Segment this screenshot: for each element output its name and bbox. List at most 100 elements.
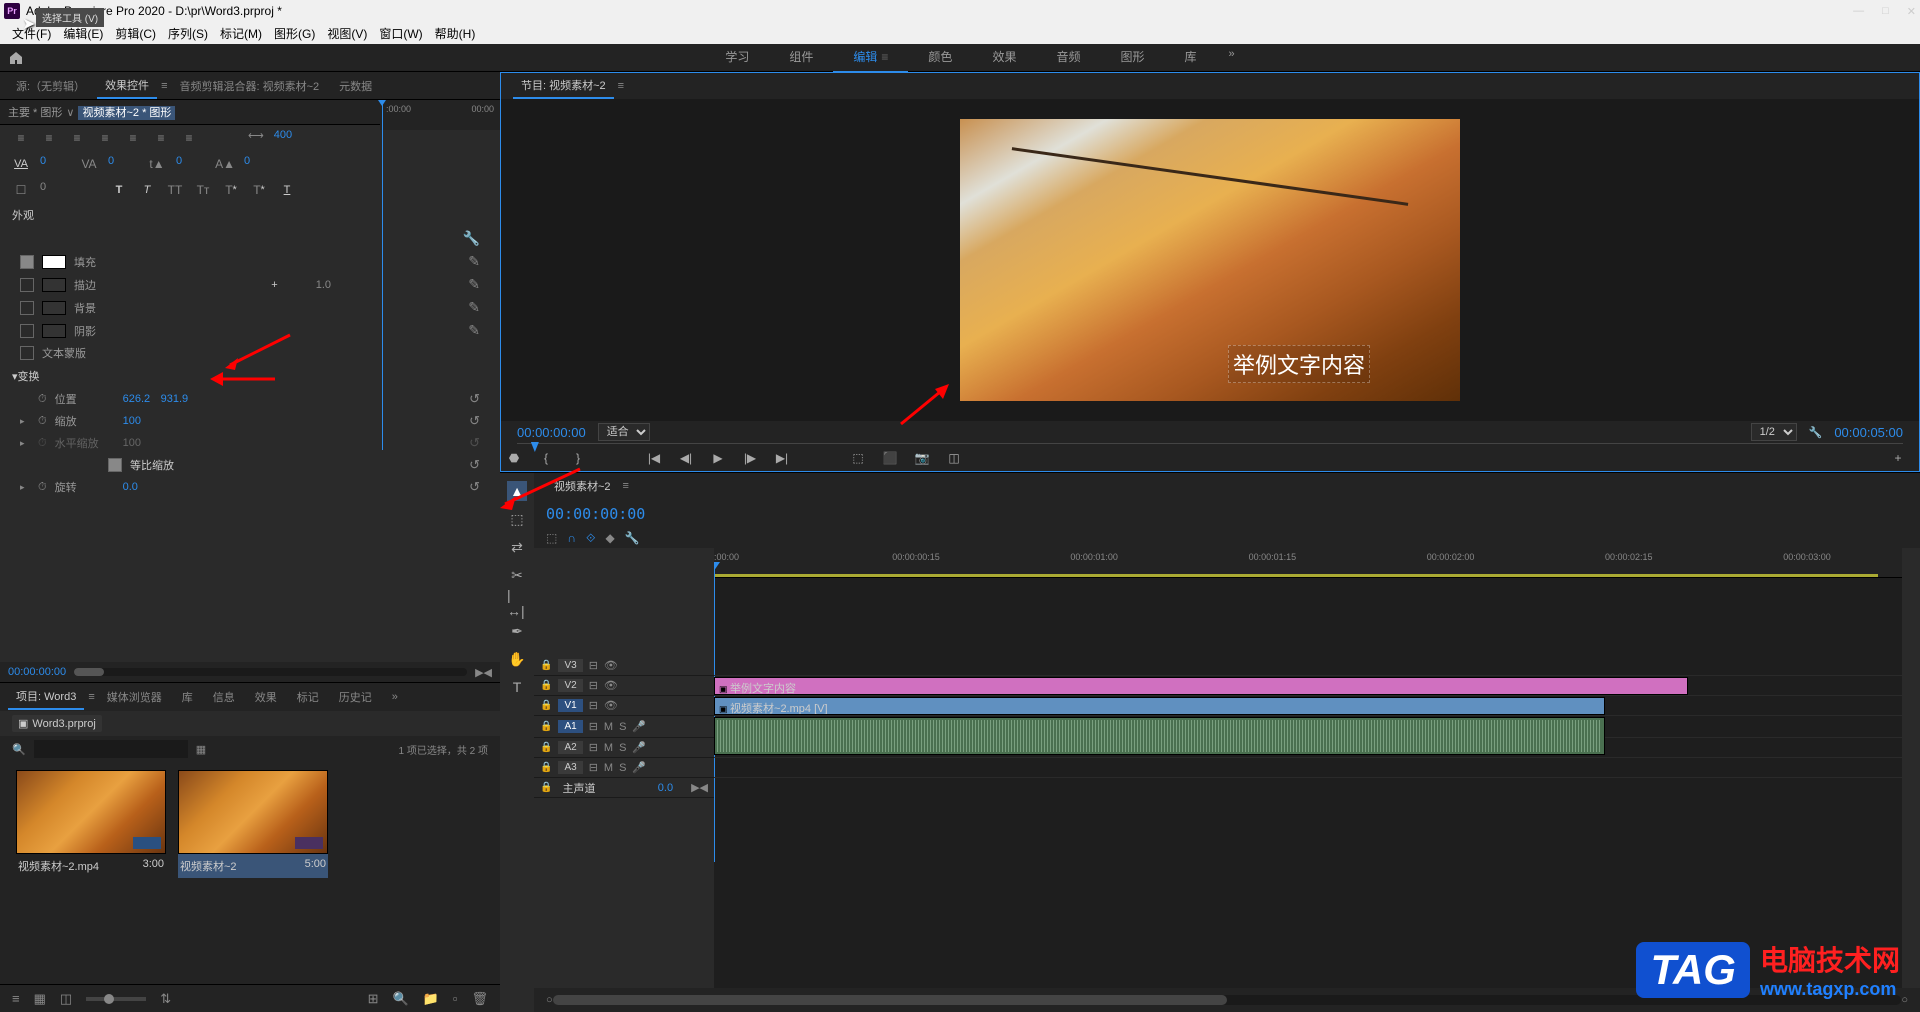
list-view-icon[interactable]: ≡ bbox=[12, 991, 20, 1006]
timeline-vscroll[interactable] bbox=[1902, 548, 1920, 988]
slip-tool[interactable]: |↔| bbox=[507, 593, 527, 613]
ws-color[interactable]: 颜色 bbox=[908, 42, 972, 73]
ec-crumb-clip[interactable]: 视频素材~2 * 图形 bbox=[78, 106, 175, 120]
extract-icon[interactable]: ⬛ bbox=[881, 449, 899, 467]
va2-val[interactable]: 0 bbox=[108, 155, 138, 173]
lock-icon[interactable]: 🔒 bbox=[540, 660, 552, 671]
vw-icon[interactable]: ⟷ bbox=[248, 129, 264, 147]
hand-tool[interactable]: ✋ bbox=[507, 649, 527, 669]
track-name[interactable]: A1 bbox=[558, 720, 582, 733]
track-name[interactable]: V2 bbox=[558, 679, 582, 692]
out-point-icon[interactable]: } bbox=[569, 449, 587, 467]
program-tab[interactable]: 节目: 视频素材~2 bbox=[513, 73, 614, 99]
bin-chip[interactable]: ▣Word3.prproj bbox=[12, 715, 102, 732]
step-back-icon[interactable]: ◀| bbox=[677, 449, 695, 467]
wrench-icon[interactable]: 🔧 bbox=[463, 230, 480, 247]
track-a2-header[interactable]: 🔒A2⊟MS🎤 bbox=[534, 738, 714, 758]
shadow-eyedropper-icon[interactable]: ✎ bbox=[468, 322, 480, 339]
menu-sequence[interactable]: 序列(S) bbox=[164, 23, 212, 44]
timeline-tracks[interactable]: :00:00 00:00:00:15 00:00:01:00 00:00:01:… bbox=[714, 548, 1902, 988]
track-v2[interactable]: ▣ 举例文字内容 bbox=[714, 676, 1902, 696]
align-bot-icon[interactable]: ≡ bbox=[152, 129, 170, 147]
clip-graphics[interactable]: ▣ 举例文字内容 bbox=[714, 677, 1688, 695]
ws-edit[interactable]: 编辑 bbox=[833, 42, 908, 73]
align-mid-icon[interactable]: ≡ bbox=[124, 129, 142, 147]
timeline-ruler[interactable]: :00:00 00:00:00:15 00:00:01:00 00:00:01:… bbox=[714, 548, 1902, 578]
work-area-bar[interactable] bbox=[714, 574, 1878, 577]
clip-video[interactable]: ▣ 视频素材~2.mp4 [V] bbox=[714, 697, 1605, 715]
shadow-checkbox[interactable] bbox=[20, 324, 34, 338]
track-master-header[interactable]: 🔒主声道0.0▶◀ bbox=[534, 778, 714, 798]
mute-icon[interactable]: M bbox=[604, 721, 613, 733]
compare-icon[interactable]: ◫ bbox=[945, 449, 963, 467]
search-icon[interactable]: 🔍 bbox=[12, 743, 26, 756]
proj-tab-menu-icon[interactable]: ≡ bbox=[88, 691, 94, 703]
selection-tool[interactable]: ▲ bbox=[507, 481, 527, 501]
pen-tool[interactable]: ✒ bbox=[507, 621, 527, 641]
search-input[interactable] bbox=[34, 740, 188, 758]
link-icon[interactable]: ⟐ bbox=[586, 531, 595, 546]
track-name[interactable]: A2 bbox=[558, 741, 582, 754]
maximize-button[interactable]: □ bbox=[1882, 5, 1889, 18]
ec-zoom-icon[interactable]: ▶◀ bbox=[475, 666, 492, 679]
timeline-menu-icon[interactable]: ≡ bbox=[623, 480, 629, 492]
program-fit-select[interactable]: 适合 bbox=[598, 423, 650, 441]
toggle-sync-icon[interactable]: ⊟ bbox=[589, 659, 598, 672]
bg-color[interactable] bbox=[42, 301, 66, 315]
track-v1[interactable]: ▣ 视频素材~2.mp4 [V] bbox=[714, 696, 1902, 716]
program-settings-icon[interactable]: 🔧 bbox=[1809, 426, 1823, 439]
program-text-overlay[interactable]: 举例文字内容 bbox=[1228, 345, 1370, 383]
fill-checkbox[interactable] bbox=[20, 255, 34, 269]
tab-audio-mixer[interactable]: 音频剪辑混合器: 视频素材~2 bbox=[171, 74, 327, 98]
snap-icon[interactable]: ∩ bbox=[567, 531, 576, 546]
ws-effects[interactable]: 效果 bbox=[972, 42, 1036, 73]
close-button[interactable]: ✕ bbox=[1907, 5, 1916, 18]
pos-reset-icon[interactable]: ↺ bbox=[469, 391, 480, 407]
ws-audio[interactable]: 音频 bbox=[1036, 42, 1100, 73]
ec-crumb-main[interactable]: 主要 * 图形 bbox=[8, 104, 62, 120]
freeform-view-icon[interactable]: ◫ bbox=[60, 991, 72, 1007]
menu-marker[interactable]: 标记(M) bbox=[216, 23, 266, 44]
menu-view[interactable]: 视图(V) bbox=[323, 23, 371, 44]
bold-icon[interactable]: T bbox=[110, 181, 128, 199]
va-val[interactable]: 0 bbox=[40, 155, 70, 173]
uniform-checkbox[interactable] bbox=[108, 458, 122, 472]
underline-icon[interactable]: T bbox=[278, 181, 296, 199]
stroke-add[interactable]: + bbox=[271, 279, 277, 291]
settings-icon[interactable]: 🔧 bbox=[625, 531, 640, 546]
baseline-val[interactable]: 0 bbox=[244, 155, 274, 173]
track-name[interactable]: A3 bbox=[558, 761, 582, 774]
menu-clip[interactable]: 剪辑(C) bbox=[111, 23, 160, 44]
scale-stopwatch-icon[interactable]: ⏱ bbox=[38, 415, 47, 428]
tab-metadata[interactable]: 元数据 bbox=[331, 74, 380, 98]
va2-icon[interactable]: VA bbox=[80, 155, 98, 173]
tab-media-browser[interactable]: 媒体浏览器 bbox=[99, 685, 170, 709]
program-res-select[interactable]: 1/2 bbox=[1751, 423, 1797, 441]
goto-out-icon[interactable]: ▶| bbox=[773, 449, 791, 467]
delete-icon[interactable]: 🗑 bbox=[471, 991, 488, 1007]
tab-library[interactable]: 库 bbox=[174, 685, 201, 709]
timeline-timecode[interactable]: 00:00:00:00 bbox=[546, 505, 645, 523]
ec-playhead[interactable] bbox=[382, 100, 383, 450]
bg-checkbox[interactable] bbox=[20, 301, 34, 315]
super-icon[interactable]: T* bbox=[222, 181, 240, 199]
fill-eyedropper-icon[interactable]: ✎ bbox=[468, 253, 480, 270]
ws-overflow[interactable]: » bbox=[1217, 42, 1247, 73]
shadow-color[interactable] bbox=[42, 324, 66, 338]
filter-icon[interactable]: ▦ bbox=[196, 743, 206, 756]
play-icon[interactable]: ▶ bbox=[709, 449, 727, 467]
type-tool[interactable]: T bbox=[507, 677, 527, 697]
track-name[interactable]: V3 bbox=[558, 659, 582, 672]
ripple-tool[interactable]: ⇄ bbox=[507, 537, 527, 557]
leading-val[interactable]: 0 bbox=[176, 155, 206, 173]
align-right-icon[interactable]: ≡ bbox=[68, 129, 86, 147]
tab-overflow[interactable]: » bbox=[384, 687, 406, 707]
baseline-icon[interactable]: A▲ bbox=[216, 155, 234, 173]
icon-view-icon[interactable]: ▦ bbox=[34, 991, 46, 1007]
track-a1-header[interactable]: 🔒A1⊟MS🎤 bbox=[534, 716, 714, 738]
track-a3[interactable] bbox=[714, 758, 1902, 778]
va-icon[interactable]: VA bbox=[12, 155, 30, 173]
home-button[interactable] bbox=[0, 44, 32, 72]
track-a3-header[interactable]: 🔒A3⊟MS🎤 bbox=[534, 758, 714, 778]
ws-learn[interactable]: 学习 bbox=[705, 42, 769, 73]
